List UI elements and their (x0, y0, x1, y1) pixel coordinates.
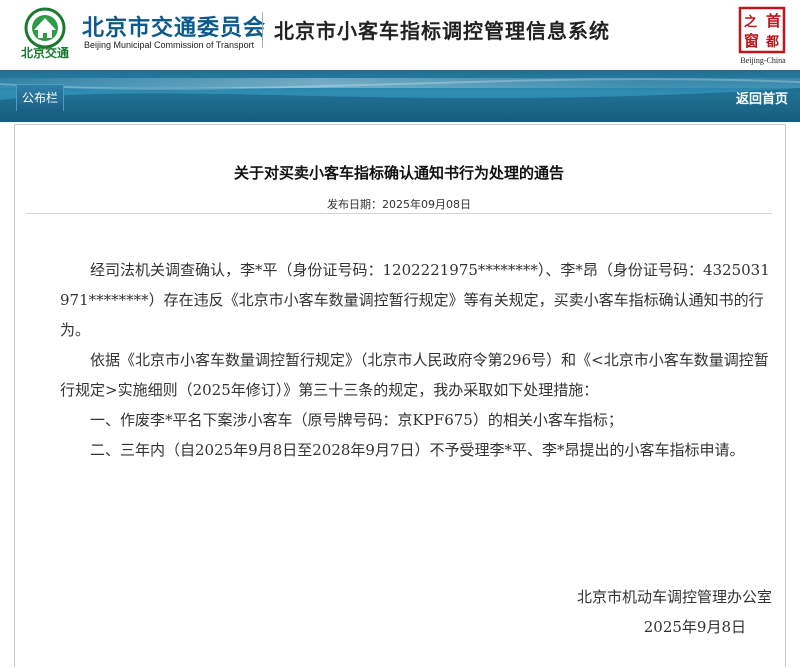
tab-bulletin[interactable]: 公布栏 (16, 84, 64, 111)
title-divider (26, 213, 772, 214)
publish-date: 发布日期：2025年09月08日 (327, 198, 471, 211)
nav-banner (0, 70, 800, 122)
notice-paragraph: 二、三年内（自2025年9月8日至2028年9月7日）不予受理李*平、李*昂提出… (90, 441, 745, 459)
header-divider (262, 12, 263, 48)
org-name-cn: 北京市交通委员会 (82, 16, 267, 41)
capital-logo-char-3: 之 (744, 14, 757, 30)
signature-org: 北京市机动车调控管理办公室 (576, 588, 772, 606)
capital-window-icon: 首 都 之 窗 (738, 6, 786, 54)
site-header: 北京交通 北京市交通委员会 Beijing Municipal Commissi… (0, 0, 800, 70)
signature-date: 2025年9月8日 (643, 618, 746, 636)
capital-logo-char-4: 窗 (744, 32, 759, 50)
org-name-en: Beijing Municipal Commission of Transpor… (84, 40, 255, 50)
notice-signature: 北京市机动车调控管理办公室 2025年9月8日 (577, 582, 772, 642)
banner-decoration (0, 78, 800, 122)
capital-logo-char-1: 首 (766, 12, 781, 30)
home-link[interactable]: 返回首页 (736, 88, 788, 107)
logo-caption: 北京交通 (20, 46, 69, 60)
notice-body: 经司法机关调查确认，李*平（身份证号码：1202221975********）、… (60, 255, 772, 465)
notice-paragraph: 依据《北京市小客车数量调控暂行规定》（北京市人民政府令第296号）和《<北京市小… (60, 351, 769, 399)
system-title: 北京市小客车指标调控管理信息系统 (274, 19, 610, 43)
notice-title: 关于对买卖小客车指标确认通知书行为处理的通告 (233, 164, 564, 182)
notice-paragraph: 一、作废李*平名下案涉小客车（原号牌号码：京KPF675）的相关小客车指标； (90, 411, 623, 429)
capital-logo-char-2: 都 (765, 34, 779, 50)
notice-paragraph: 经司法机关调查确认，李*平（身份证号码：1202221975********）、… (60, 261, 770, 339)
capital-logo-caption: Beijing-China (740, 56, 786, 65)
